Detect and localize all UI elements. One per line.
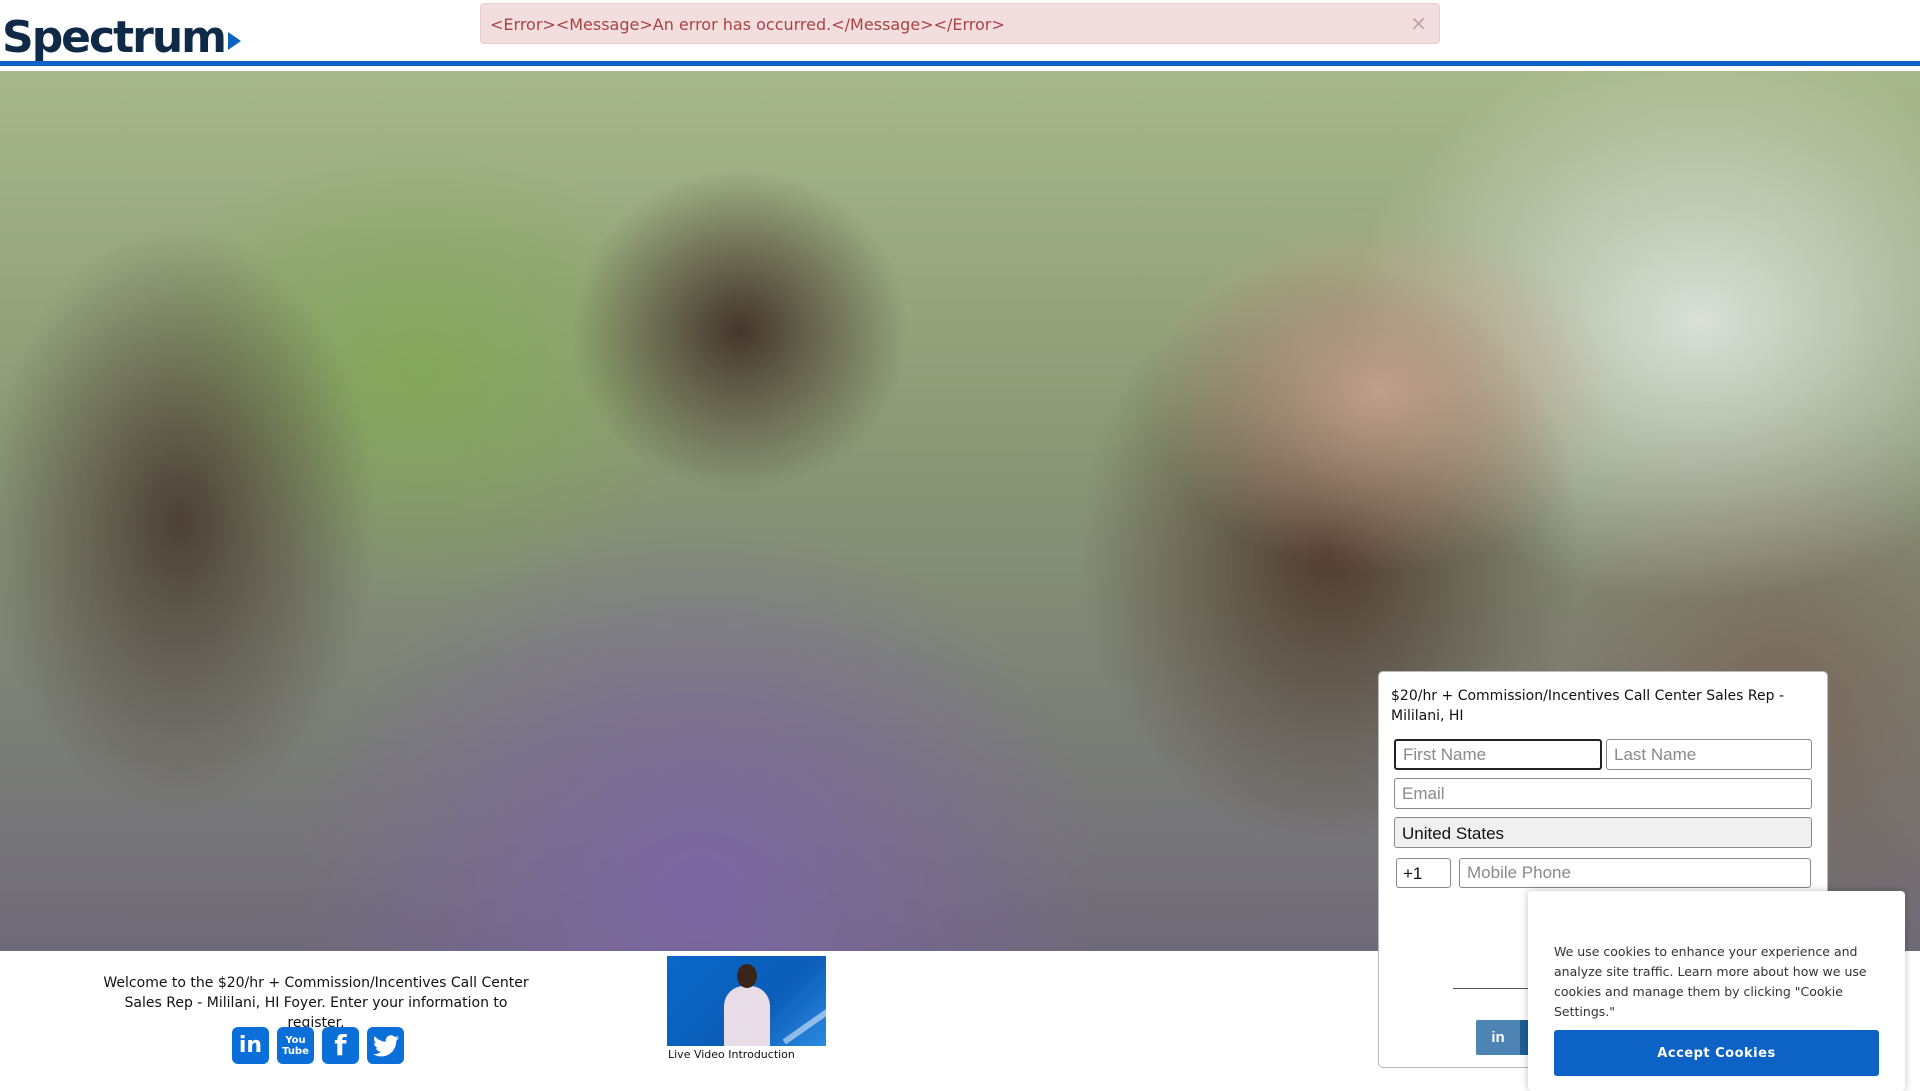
twitter-icon[interactable] (367, 1027, 404, 1064)
mobile-phone-input[interactable] (1459, 858, 1811, 888)
form-title: $20/hr + Commission/Incentives Call Cent… (1391, 688, 1785, 724)
presenter-figure (724, 986, 770, 1046)
video-caption[interactable]: Live Video Introduction (668, 1048, 795, 1061)
accept-cookies-button[interactable]: Accept Cookies (1554, 1030, 1879, 1076)
video-thumbnail[interactable] (667, 956, 826, 1046)
country-select[interactable]: United States (1394, 817, 1812, 848)
facebook-icon[interactable]: f (322, 1027, 359, 1064)
country-code-select[interactable]: +1 (1396, 858, 1451, 888)
linkedin-icon[interactable]: in (232, 1027, 269, 1064)
presenter-head (737, 964, 757, 988)
linkedin-apply-button[interactable]: in (1476, 1020, 1520, 1055)
first-name-input[interactable] (1394, 739, 1602, 770)
youtube-icon-bottom: Tube (282, 1045, 309, 1057)
last-name-input[interactable] (1606, 739, 1812, 770)
cookie-banner: We use cookies to enhance your experienc… (1528, 891, 1905, 1091)
welcome-text: Welcome to the $20/hr + Commission/Incen… (103, 975, 529, 1031)
youtube-icon-top: You (285, 1034, 306, 1046)
cookie-text: We use cookies to enhance your experienc… (1554, 944, 1867, 1019)
logo-text: Spectrum (2, 12, 227, 63)
thumbnail-stripe (782, 993, 826, 1045)
youtube-icon[interactable]: You Tube (277, 1027, 314, 1064)
spectrum-logo[interactable]: Spectrum (2, 12, 242, 63)
error-alert: <Error><Message>An error has occurred.</… (480, 3, 1440, 44)
email-input[interactable] (1394, 778, 1812, 809)
logo-arrow-icon (228, 31, 242, 50)
error-message: <Error><Message>An error has occurred.</… (490, 15, 1005, 34)
close-icon[interactable]: × (1410, 11, 1427, 35)
social-links: in You Tube f (232, 1027, 404, 1064)
